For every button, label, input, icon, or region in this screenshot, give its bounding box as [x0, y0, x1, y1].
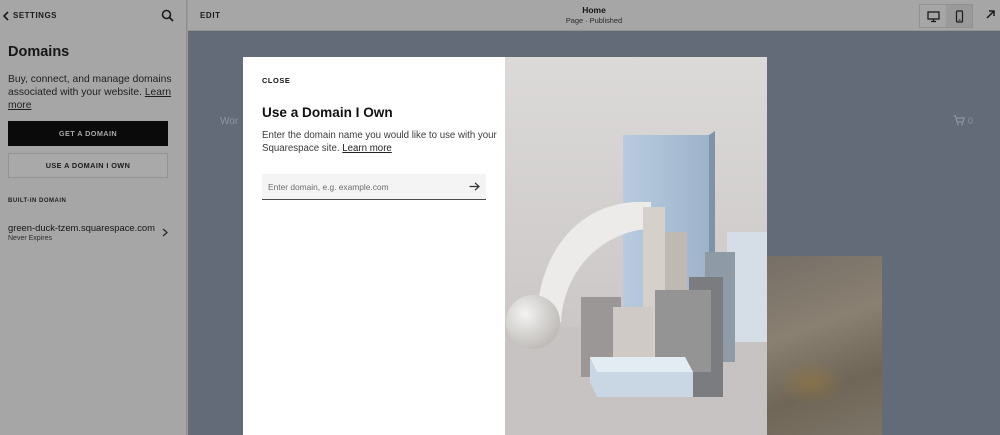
page-title: Home: [582, 5, 606, 15]
use-a-domain-i-own-button[interactable]: USE A DOMAIN I OWN: [8, 153, 168, 178]
modal-form-panel: CLOSE Use a Domain I Own Enter the domai…: [243, 57, 505, 435]
cart-icon: [953, 115, 965, 126]
arrow-right-icon: [469, 182, 480, 191]
domain-input-field: [262, 174, 486, 200]
builtin-domain-expiry: Never Expires: [8, 235, 52, 242]
chevron-left-icon: [2, 10, 9, 21]
page-indicator: Home Page · Published: [188, 5, 1000, 25]
modal-description: Enter the domain name you would like to …: [262, 129, 497, 155]
desktop-icon: [926, 10, 940, 22]
get-a-domain-button[interactable]: GET A DOMAIN: [8, 121, 168, 146]
search-icon: [161, 9, 174, 22]
domain-input[interactable]: [268, 181, 458, 192]
expand-arrow-icon: [986, 10, 995, 19]
use-domain-modal: CLOSE Use a Domain I Own Enter the domai…: [243, 57, 767, 435]
builtin-domain-heading: BUILT-IN DOMAIN: [8, 198, 67, 204]
modal-title: Use a Domain I Own: [262, 105, 393, 120]
mobile-icon: [955, 9, 963, 23]
builtin-domain-info: green-duck-tzem.squarespace.com Never Ex…: [8, 222, 155, 242]
close-button[interactable]: CLOSE: [262, 76, 290, 85]
sidebar-header: SETTINGS: [0, 0, 186, 31]
builtin-domain-name: green-duck-tzem.squarespace.com: [8, 222, 155, 233]
modal-learn-more-link[interactable]: Learn more: [342, 143, 392, 154]
chevron-right-icon: [162, 228, 168, 236]
sidebar-title: Domains: [8, 44, 70, 60]
desktop-view-button[interactable]: [920, 5, 946, 27]
sculpture-illustration: [505, 57, 767, 435]
editor-topbar: EDIT Home Page · Published: [188, 0, 1000, 31]
page-status: Page · Published: [565, 16, 623, 25]
device-toggle: [919, 4, 973, 28]
site-nav-item: Wor: [220, 116, 239, 127]
settings-sidebar: SETTINGS Domains Buy, connect, and manag…: [0, 0, 187, 435]
search-button[interactable]: [161, 9, 174, 22]
back-to-settings-button[interactable]: SETTINGS: [2, 10, 58, 21]
modal-illustration: [505, 57, 767, 435]
submit-domain-button[interactable]: [469, 182, 480, 191]
mobile-view-button[interactable]: [946, 5, 972, 27]
expand-button[interactable]: [985, 9, 996, 20]
site-background-image: [767, 256, 882, 435]
cart-count: 0: [968, 115, 974, 126]
builtin-domain-row[interactable]: green-duck-tzem.squarespace.com Never Ex…: [8, 219, 168, 245]
back-label: SETTINGS: [13, 11, 58, 20]
sidebar-description: Buy, connect, and manage domains associa…: [8, 73, 174, 112]
site-cart: 0: [953, 115, 973, 126]
